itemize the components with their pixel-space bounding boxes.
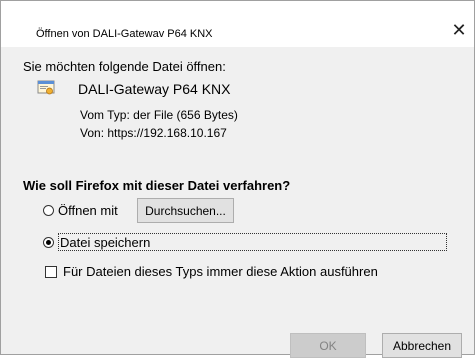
file-type-label: Vom Typ: (80, 108, 130, 122)
close-icon: ✕ (451, 19, 467, 40)
file-type-line: Vom Typ: der File (656 Bytes) (80, 108, 238, 122)
file-name: DALI-Gateway P64 KNX (78, 81, 231, 97)
open-with-radio[interactable] (43, 205, 54, 216)
always-action-checkbox[interactable] (45, 265, 57, 278)
dialog-content: Sie möchten folgende Datei öffnen: DALI-… (1, 47, 474, 358)
file-source-value: https://192.168.10.167 (107, 126, 227, 140)
always-action-option[interactable]: Für Dateien dieses Typs immer diese Akti… (45, 264, 378, 279)
browse-button[interactable]: Durchsuchen... (137, 198, 234, 223)
file-type-value: der File (656 Bytes) (133, 108, 238, 122)
open-with-label: Öffnen mit (58, 203, 118, 218)
file-source-label: Von: (80, 126, 105, 140)
action-question: Wie soll Firefox mit dieser Datei verfah… (23, 178, 291, 193)
always-action-label: Für Dateien dieses Typs immer diese Akti… (63, 264, 378, 279)
download-dialog: Öffnen von DALI-Gatewav P64 KNX ✕ Sie mö… (0, 0, 475, 358)
save-file-label: Datei speichern (58, 233, 447, 251)
save-file-option[interactable]: Datei speichern (43, 231, 447, 253)
window-title: Öffnen von DALI-Gatewav P64 KNX (36, 28, 213, 40)
file-source-line: Von: https://192.168.10.167 (80, 126, 227, 140)
open-with-option[interactable]: Öffnen mit (43, 203, 118, 218)
title-bar: Öffnen von DALI-Gatewav P64 KNX ✕ (1, 1, 474, 47)
ok-button[interactable]: OK (290, 333, 366, 358)
close-button[interactable]: ✕ (444, 15, 474, 45)
cancel-button[interactable]: Abbrechen (382, 333, 462, 358)
file-icon (37, 80, 55, 95)
save-file-radio[interactable] (43, 236, 54, 248)
intro-text: Sie möchten folgende Datei öffnen: (23, 59, 226, 74)
